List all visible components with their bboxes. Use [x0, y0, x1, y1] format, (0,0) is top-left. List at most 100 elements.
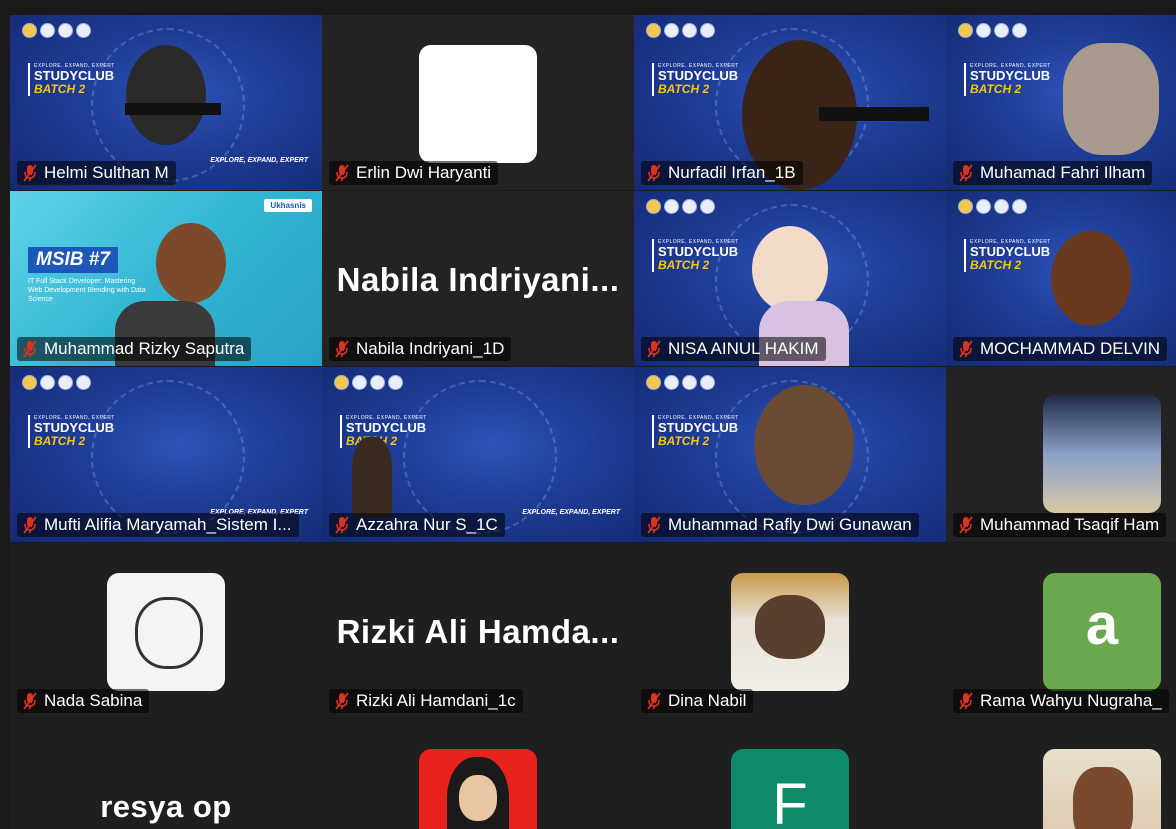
banner-title: STUDYCLUB [34, 420, 115, 435]
video-tile[interactable]: Dina Nabil [634, 543, 946, 718]
video-tile[interactable]: Nabila Indriyani... Nabila Indriyani_1D [322, 191, 634, 366]
video-tile[interactable]: EXPLORE, EXPAND, EXPERT STUDYCLUB BATCH … [946, 15, 1176, 190]
face [459, 775, 497, 821]
participant-name: Dina Nabil [668, 691, 747, 710]
participant-name-tag: Muhammad Rizky Saputra [17, 337, 252, 361]
rabbit-illustration [1073, 767, 1133, 829]
banner-batch: BATCH 2 [970, 82, 1022, 96]
video-tile[interactable] [322, 719, 634, 829]
avatar-letter: F [772, 772, 808, 829]
participant-name: Rama Wahyu Nugraha_ [980, 691, 1162, 710]
participant-name-tag: Mufti Alifia Maryamah_Sistem I... [17, 513, 299, 537]
participant-name-tag: Muhammad Rafly Dwi Gunawan [641, 513, 919, 537]
video-tile[interactable]: EXPLORE, EXPAND, EXPERT STUDYCLUB BATCH … [10, 15, 322, 190]
participant-name: Muhammad Rafly Dwi Gunawan [668, 515, 912, 534]
muted-mic-icon [958, 692, 974, 710]
muted-mic-icon [958, 340, 974, 358]
logo-row [22, 23, 91, 38]
participant-name: Muhammad Tsaqif Ham [980, 515, 1160, 534]
participant-name-tag: NISA AINUL HAKIM [641, 337, 826, 361]
banner-batch: BATCH 2 [970, 258, 1022, 272]
profile-picture [419, 749, 537, 829]
video-tile[interactable]: F [634, 719, 946, 829]
video-tile[interactable]: MSIB #7 IT Full Stack Developer: Masteri… [10, 191, 322, 366]
gallery-grid: EXPLORE, EXPAND, EXPERT STUDYCLUB BATCH … [0, 0, 1176, 829]
logo-row [22, 375, 91, 390]
participant-name-tag: MOCHAMMAD DELVIN [953, 337, 1168, 361]
banner-text: EXPLORE, EXPAND, EXPERT STUDYCLUB BATCH … [964, 239, 1051, 272]
muted-mic-icon [334, 516, 350, 534]
participant-display-name: Nabila Indriyani... [336, 261, 620, 298]
banner-title: STUDYCLUB [970, 244, 1051, 259]
video-tile[interactable]: Erlin Dwi Haryanti [322, 15, 634, 190]
participant-face [754, 385, 854, 505]
video-tile[interactable]: resya op [10, 719, 322, 829]
letter-avatar: a [1043, 573, 1161, 691]
banner-batch: BATCH 2 [658, 258, 710, 272]
participant-name: Helmi Sulthan M [44, 163, 169, 182]
logo-row [646, 375, 715, 390]
video-tile[interactable]: EXPLORE, EXPAND, EXPERT STUDYCLUB BATCH … [322, 367, 634, 542]
participant-silhouette [352, 437, 392, 517]
msib-title: MSIB #7 [28, 247, 118, 273]
participant-display-name: Rizki Ali Hamda... [336, 613, 620, 650]
animoji-face [156, 223, 226, 303]
banner-batch: BATCH 2 [658, 82, 710, 96]
video-tile[interactable]: Muhammad Tsaqif Ham [946, 367, 1176, 542]
participant-name: Muhamad Fahri Ilham [980, 163, 1146, 182]
muted-mic-icon [646, 164, 662, 182]
pixel-glasses [125, 103, 221, 115]
video-tile[interactable]: EXPLORE, EXPAND, EXPERT STUDYCLUB BATCH … [634, 367, 946, 542]
muted-mic-icon [334, 340, 350, 358]
animoji-face [752, 226, 828, 312]
video-tile[interactable] [946, 719, 1176, 829]
participant-name-tag: Dina Nabil [641, 689, 754, 713]
participant-name: Mufti Alifia Maryamah_Sistem I... [44, 515, 292, 534]
profile-picture [1043, 749, 1161, 829]
participant-name: Erlin Dwi Haryanti [356, 163, 492, 182]
muted-mic-icon [334, 164, 350, 182]
banner-batch: BATCH 2 [34, 434, 86, 448]
banner-title: STUDYCLUB [658, 420, 739, 435]
participant-name: Muhammad Rizky Saputra [44, 339, 245, 358]
participant-name: Azzahra Nur S_1C [356, 515, 498, 534]
banner-text: EXPLORE, EXPAND, EXPERT STUDYCLUB BATCH … [28, 415, 115, 448]
participant-name-tag: Erlin Dwi Haryanti [329, 161, 499, 185]
profile-picture [731, 573, 849, 691]
participant-name: Nada Sabina [44, 691, 143, 710]
letter-avatar: F [731, 749, 849, 829]
bear-filter-face [1051, 231, 1131, 326]
participant-name-tag: Nada Sabina [17, 689, 150, 713]
animoji-face [1063, 43, 1159, 155]
profile-picture [1043, 395, 1161, 513]
profile-picture [419, 45, 537, 163]
banner-text: EXPLORE, EXPAND, EXPERT STUDYCLUB BATCH … [652, 415, 739, 448]
banner-text: EXPLORE, EXPAND, EXPERT STUDYCLUB BATCH … [964, 63, 1051, 96]
video-tile[interactable]: EXPLORE, EXPAND, EXPERT STUDYCLUB BATCH … [10, 367, 322, 542]
banner-title: STUDYCLUB [970, 68, 1051, 83]
banner-footer: EXPLORE, EXPAND, EXPERT [210, 157, 308, 164]
video-tile[interactable]: EXPLORE, EXPAND, EXPERT STUDYCLUB BATCH … [946, 191, 1176, 366]
video-tile[interactable]: Nada Sabina [10, 543, 322, 718]
banner-title: STUDYCLUB [346, 420, 427, 435]
banner-text: EXPLORE, EXPAND, EXPERT STUDYCLUB BATCH … [652, 63, 739, 96]
participant-name-tag: Helmi Sulthan M [17, 161, 176, 185]
video-tile[interactable]: a Rama Wahyu Nugraha_ [946, 543, 1176, 718]
avatar-letter: a [1085, 592, 1119, 657]
video-tile[interactable]: EXPLORE, EXPAND, EXPERT STUDYCLUB BATCH … [634, 15, 946, 190]
participant-name: Rizki Ali Hamdani_1c [356, 691, 516, 710]
video-tile[interactable]: EXPLORE, EXPAND, EXPERT STUDYCLUB BATCH … [634, 191, 946, 366]
participant-name: Nabila Indriyani_1D [356, 339, 505, 358]
logo-row [646, 23, 715, 38]
muted-mic-icon [22, 692, 38, 710]
logo-row [958, 199, 1027, 214]
profile-picture [107, 573, 225, 691]
participant-face [126, 45, 206, 145]
participant-name-tag: Azzahra Nur S_1C [329, 513, 505, 537]
video-tile[interactable]: Rizki Ali Hamda... Rizki Ali Hamdani_1c [322, 543, 634, 718]
banner-title: STUDYCLUB [658, 68, 739, 83]
banner-batch: BATCH 2 [658, 434, 710, 448]
cat-face [755, 595, 825, 659]
banner-text: EXPLORE, EXPAND, EXPERT STUDYCLUB BATCH … [652, 239, 739, 272]
msib-subtitle: IT Full Stack Developer: Mastering Web D… [28, 278, 146, 303]
